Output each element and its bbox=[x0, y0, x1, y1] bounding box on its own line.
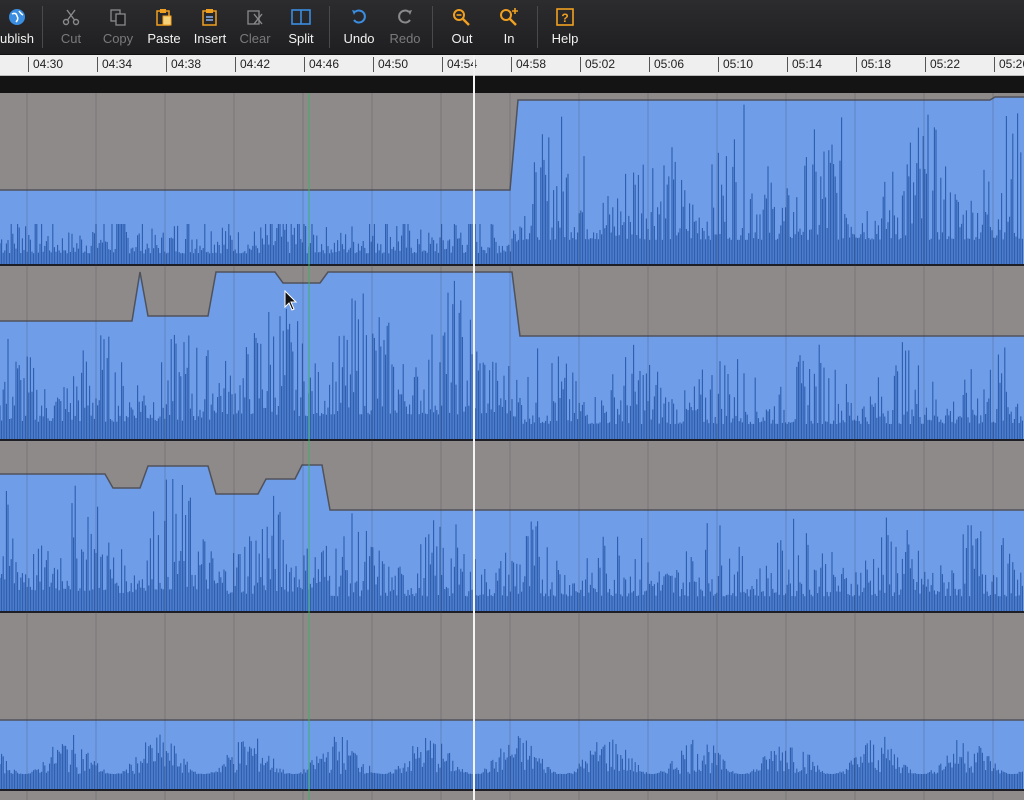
playhead[interactable] bbox=[473, 55, 475, 800]
ruler-tick-label: 04:38 bbox=[166, 57, 201, 72]
split-label: Split bbox=[288, 31, 314, 46]
ruler-tick-label: 04:58 bbox=[511, 57, 546, 72]
redo-button[interactable]: Redo bbox=[386, 0, 424, 54]
clear-label: Clear bbox=[239, 31, 271, 46]
zoom-in-button[interactable]: In bbox=[492, 0, 526, 54]
insert-button[interactable]: Insert bbox=[190, 0, 230, 54]
zoom-in-icon bbox=[499, 7, 519, 27]
globe-icon bbox=[7, 7, 27, 27]
copy-icon bbox=[108, 7, 128, 27]
help-icon: ? bbox=[555, 7, 575, 27]
clear-icon bbox=[245, 7, 265, 27]
undo-button[interactable]: Undo bbox=[340, 0, 378, 54]
ruler-tick-label: 05:14 bbox=[787, 57, 822, 72]
ruler-tick-label: 04:30 bbox=[28, 57, 63, 72]
tracks-area[interactable] bbox=[0, 93, 1024, 800]
insert-icon bbox=[200, 7, 220, 27]
toolbar-divider bbox=[42, 6, 43, 48]
zoom-in-label: In bbox=[503, 31, 515, 46]
ruler-tick-label: 04:54 bbox=[442, 57, 477, 72]
undo-icon bbox=[349, 7, 369, 27]
clear-button[interactable]: Clear bbox=[236, 0, 274, 54]
split-button[interactable]: Split bbox=[284, 0, 318, 54]
zoom-out-icon bbox=[452, 7, 472, 27]
ruler-tick-label: 04:34 bbox=[97, 57, 132, 72]
help-button[interactable]: ? Help bbox=[547, 0, 583, 54]
help-label: Help bbox=[551, 31, 579, 46]
scissors-icon bbox=[61, 7, 81, 27]
cut-button[interactable]: Cut bbox=[52, 0, 90, 54]
toolbar-divider bbox=[329, 6, 330, 48]
ruler-tick-label: 04:50 bbox=[373, 57, 408, 72]
insert-label: Insert bbox=[193, 31, 227, 46]
toolbar-divider bbox=[432, 6, 433, 48]
zoom-out-button[interactable]: Out bbox=[445, 0, 479, 54]
paste-button[interactable]: Paste bbox=[144, 0, 184, 54]
clipboard-icon bbox=[154, 7, 174, 27]
ruler-tick-label: 05:06 bbox=[649, 57, 684, 72]
ruler-tick-label: 05:10 bbox=[718, 57, 753, 72]
copy-button[interactable]: Copy bbox=[98, 0, 138, 54]
redo-icon bbox=[395, 7, 415, 27]
timeline-ruler[interactable]: 04:30 04:34 04:38 04:42 04:46 04:50 04:54 04:58… bbox=[0, 55, 1024, 76]
undo-label: Undo bbox=[343, 31, 375, 46]
ruler-tick-label: 05:26 bbox=[994, 57, 1024, 72]
cut-label: Cut bbox=[60, 31, 82, 46]
ruler-tick-label: 04:46 bbox=[304, 57, 339, 72]
cursor-icon bbox=[284, 289, 298, 317]
split-icon bbox=[291, 7, 311, 27]
toolbar-divider bbox=[537, 6, 538, 48]
publish-button[interactable]: ublish bbox=[0, 0, 36, 54]
svg-text:?: ? bbox=[561, 11, 568, 25]
copy-label: Copy bbox=[102, 31, 134, 46]
redo-label: Redo bbox=[389, 31, 421, 46]
paste-label: Paste bbox=[147, 31, 181, 46]
toolbar: ublish Cut Copy Paste Insert Clear Split… bbox=[0, 0, 1024, 55]
timeline-strip bbox=[0, 76, 1024, 93]
ruler-tick-label: 05:18 bbox=[856, 57, 891, 72]
ruler-tick-label: 04:42 bbox=[235, 57, 270, 72]
zoom-out-label: Out bbox=[451, 31, 473, 46]
ruler-tick-label: 05:02 bbox=[580, 57, 615, 72]
publish-label: ublish bbox=[0, 31, 34, 46]
ruler-tick-label: 05:22 bbox=[925, 57, 960, 72]
